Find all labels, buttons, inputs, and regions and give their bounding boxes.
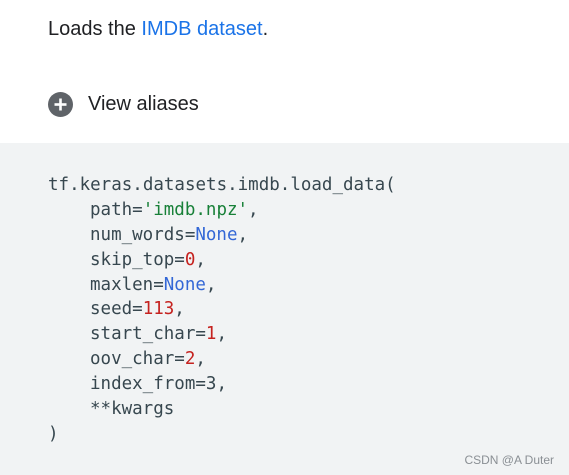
code-close-paren: ) bbox=[48, 423, 59, 444]
intro-suffix: . bbox=[262, 18, 269, 40]
code-param-name: num_words= bbox=[90, 224, 196, 245]
code-punctuation: , bbox=[248, 199, 259, 220]
code-param-name: skip_top= bbox=[90, 249, 185, 270]
code-param-name: index_from= bbox=[90, 374, 206, 395]
code-param-line: skip_top=0, bbox=[48, 248, 396, 273]
code-param-line: start_char=1, bbox=[48, 322, 396, 347]
code-param-value: 1 bbox=[205, 324, 217, 345]
code-param-line: num_words=None, bbox=[48, 223, 396, 248]
code-param-line: maxlen=None, bbox=[48, 273, 396, 298]
plus-circle-icon bbox=[48, 91, 73, 117]
view-aliases-label: View aliases bbox=[88, 92, 199, 115]
code-param-value: 3 bbox=[205, 374, 217, 395]
code-param-value: 'imdb.npz' bbox=[142, 199, 249, 220]
code-punctuation: , bbox=[205, 274, 217, 295]
code-param-line: path='imdb.npz', bbox=[48, 198, 396, 223]
code-signature: tf.keras.datasets.imdb.load_data( path='i… bbox=[48, 173, 396, 447]
code-punctuation: , bbox=[237, 224, 249, 245]
imdb-dataset-link[interactable]: IMDB dataset bbox=[141, 18, 262, 40]
code-param-line: oov_char=2, bbox=[48, 347, 396, 372]
code-param-value: None bbox=[163, 274, 206, 295]
code-param-name: maxlen= bbox=[90, 274, 164, 295]
code-function-name: tf.keras.datasets.imdb.load_data( bbox=[48, 175, 396, 195]
code-punctuation: , bbox=[216, 374, 227, 395]
code-punctuation: , bbox=[216, 324, 227, 345]
code-punctuation: , bbox=[174, 299, 185, 320]
code-param-value: 2 bbox=[184, 349, 196, 370]
view-aliases-toggle[interactable]: View aliases bbox=[48, 90, 199, 118]
code-param-line: seed=113, bbox=[48, 297, 396, 322]
code-block: tf.keras.datasets.imdb.load_data( path='i… bbox=[0, 143, 569, 475]
intro-text: Loads the IMDB dataset. bbox=[48, 16, 268, 42]
code-param-line: index_from=3, bbox=[48, 372, 396, 397]
code-param-name: seed= bbox=[90, 299, 143, 320]
code-param-name: path= bbox=[90, 199, 143, 220]
code-param-line: **kwargs bbox=[48, 397, 396, 422]
code-punctuation: , bbox=[195, 249, 206, 270]
code-param-name: oov_char= bbox=[90, 349, 185, 370]
code-param-name: **kwargs bbox=[90, 399, 175, 420]
code-param-name: start_char= bbox=[90, 324, 206, 345]
code-param-value: None bbox=[195, 224, 238, 245]
code-param-value: 113 bbox=[142, 299, 175, 320]
code-param-value: 0 bbox=[184, 249, 196, 270]
watermark: CSDN @A Duter bbox=[464, 453, 554, 467]
code-punctuation: , bbox=[195, 349, 206, 370]
intro-prefix: Loads the bbox=[48, 18, 142, 40]
